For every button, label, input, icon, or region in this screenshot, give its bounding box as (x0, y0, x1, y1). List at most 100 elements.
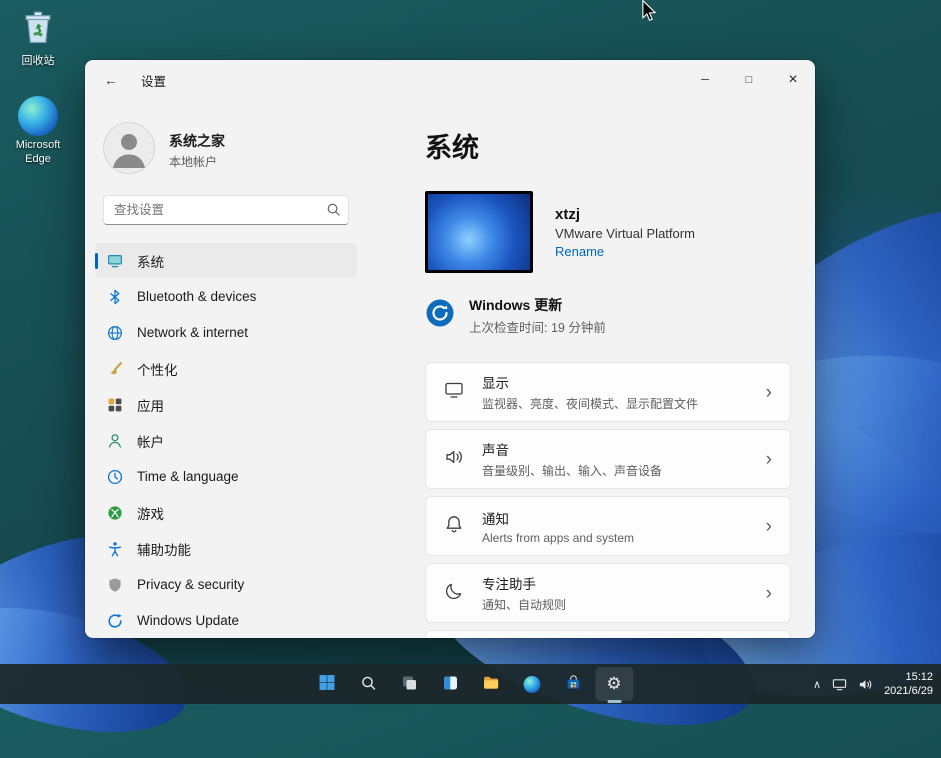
sidebar-item-label: Windows Update (137, 613, 239, 628)
settings-card-power[interactable]: 电源 › (425, 630, 791, 638)
clock-icon (107, 469, 123, 485)
sidebar-item-bluetooth-devices[interactable]: Bluetooth & devices (95, 279, 357, 314)
sidebar-item-accessibility[interactable]: 辅助功能 (95, 531, 357, 566)
search-input[interactable] (103, 195, 349, 225)
tray-chevron-up-icon[interactable]: ∧ (813, 678, 821, 691)
rename-link[interactable]: Rename (555, 244, 695, 259)
chevron-right-icon: › (766, 383, 772, 402)
device-name: xtzj (555, 206, 695, 223)
sidebar-item-apps[interactable]: 应用 (95, 387, 357, 422)
start-button[interactable] (308, 667, 346, 701)
speaker-icon (444, 447, 464, 472)
card-title: 显示 (482, 372, 698, 392)
volume-icon[interactable] (858, 677, 873, 692)
sidebar-item-label: Network & internet (137, 325, 248, 340)
windows-update-icon (425, 298, 455, 333)
sidebar: 系统之家 本地帐户 系统 Bluetooth & devices N (85, 100, 367, 638)
bell-icon (444, 514, 464, 539)
gear-icon: ⚙ (606, 674, 621, 694)
sidebar-item-label: 辅助功能 (137, 539, 191, 559)
folder-icon (483, 674, 500, 694)
search-icon (360, 675, 376, 694)
close-button[interactable]: × (771, 60, 815, 100)
edge-icon (18, 96, 58, 136)
card-desc: 通知、自动规则 (482, 596, 566, 613)
xbox-icon (107, 505, 123, 521)
mouse-cursor (641, 0, 657, 27)
card-desc: 监视器、亮度、夜间模式、显示配置文件 (482, 395, 698, 412)
network-icon[interactable] (832, 677, 847, 692)
sidebar-item-label: Time & language (137, 469, 239, 484)
desktop-icon-label: 回收站 (22, 55, 55, 69)
search-button[interactable] (349, 667, 387, 701)
edge-button[interactable] (513, 667, 551, 701)
sidebar-item-windows-update[interactable]: Windows Update (95, 603, 357, 638)
maximize-button[interactable]: □ (727, 60, 771, 100)
minimize-button[interactable]: ─ (683, 60, 727, 100)
edge-icon (524, 676, 541, 693)
card-desc: 音量级别、输出、输入、声音设备 (482, 462, 662, 479)
card-title: 声音 (482, 439, 662, 459)
settings-cards: 显示 监视器、亮度、夜间模式、显示配置文件 › 声音 音量级别、输出、输入、声音… (425, 362, 791, 638)
avatar (103, 122, 155, 179)
desktop-icon-recycle-bin[interactable]: 回收站 (5, 7, 71, 69)
settings-button[interactable]: ⚙ (595, 667, 633, 701)
accessibility-icon (107, 541, 123, 557)
clock-date: 2021/6/29 (884, 684, 933, 698)
sidebar-item-label: 帐户 (137, 431, 164, 451)
store-button[interactable] (554, 667, 592, 701)
desktop-icon-label: Microsoft Edge (5, 139, 71, 167)
titlebar: ← 设置 ─ □ × (85, 60, 815, 100)
widgets-icon (442, 675, 458, 694)
recycle-bin-icon (19, 7, 57, 52)
sidebar-item-accounts[interactable]: 帐户 (95, 423, 357, 458)
chevron-right-icon: › (766, 517, 772, 536)
person-icon (107, 433, 123, 449)
settings-card-sound[interactable]: 声音 音量级别、输出、输入、声音设备 › (425, 429, 791, 489)
update-status: 上次检查时间: 19 分钟前 (469, 317, 606, 336)
shield-icon (107, 577, 123, 593)
sidebar-item-label: 个性化 (137, 359, 178, 379)
settings-window: ← 设置 ─ □ × 系统之家 本地帐户 (85, 60, 815, 638)
settings-card-display[interactable]: 显示 监视器、亮度、夜间模式、显示配置文件 › (425, 362, 791, 422)
globe-icon (107, 325, 123, 341)
account-type: 本地帐户 (169, 153, 225, 170)
windows-logo-icon (319, 674, 336, 694)
sidebar-item-label: Privacy & security (137, 577, 244, 592)
sidebar-item-time-language[interactable]: Time & language (95, 459, 357, 494)
device-thumbnail (425, 191, 533, 273)
chevron-right-icon: › (766, 450, 772, 469)
sidebar-item-gaming[interactable]: 游戏 (95, 495, 357, 530)
settings-card-focus-assist[interactable]: 专注助手 通知、自动规则 › (425, 563, 791, 623)
sidebar-item-network-internet[interactable]: Network & internet (95, 315, 357, 350)
desktop-icon-microsoft-edge[interactable]: Microsoft Edge (5, 96, 71, 167)
sidebar-item-privacy-security[interactable]: Privacy & security (95, 567, 357, 602)
file-explorer-button[interactable] (472, 667, 510, 701)
sidebar-item-label: Bluetooth & devices (137, 289, 256, 304)
task-view-button[interactable] (390, 667, 428, 701)
moon-icon (444, 581, 464, 606)
windows-update-status[interactable]: Windows 更新 上次检查时间: 19 分钟前 (425, 295, 791, 336)
sidebar-item-personalization[interactable]: 个性化 (95, 351, 357, 386)
account-name: 系统之家 (169, 131, 225, 151)
page-title: 系统 (425, 126, 791, 165)
main-content: 系统 xtzj VMware Virtual Platform Rename W… (367, 100, 815, 638)
settings-card-notifications[interactable]: 通知 Alerts from apps and system › (425, 496, 791, 556)
store-bag-icon (565, 675, 581, 694)
update-title: Windows 更新 (469, 295, 606, 315)
widgets-button[interactable] (431, 667, 469, 701)
sidebar-item-label: 游戏 (137, 503, 164, 523)
clock-time: 15:12 (884, 670, 933, 684)
taskbar-clock[interactable]: 15:12 2021/6/29 (884, 670, 933, 699)
taskbar: ⚙ ∧ 15:12 2021/6/29 (0, 664, 941, 704)
chevron-right-icon: › (766, 584, 772, 603)
back-button[interactable]: ← (95, 65, 127, 95)
system-tray: ∧ 15:12 2021/6/29 (813, 664, 933, 704)
task-view-icon (401, 675, 417, 694)
apps-grid-icon (107, 397, 123, 413)
card-desc: Alerts from apps and system (482, 531, 634, 545)
search-icon (326, 202, 341, 222)
device-section: xtzj VMware Virtual Platform Rename (425, 191, 791, 273)
sidebar-item-system[interactable]: 系统 (95, 243, 357, 278)
paintbrush-icon (107, 361, 123, 377)
